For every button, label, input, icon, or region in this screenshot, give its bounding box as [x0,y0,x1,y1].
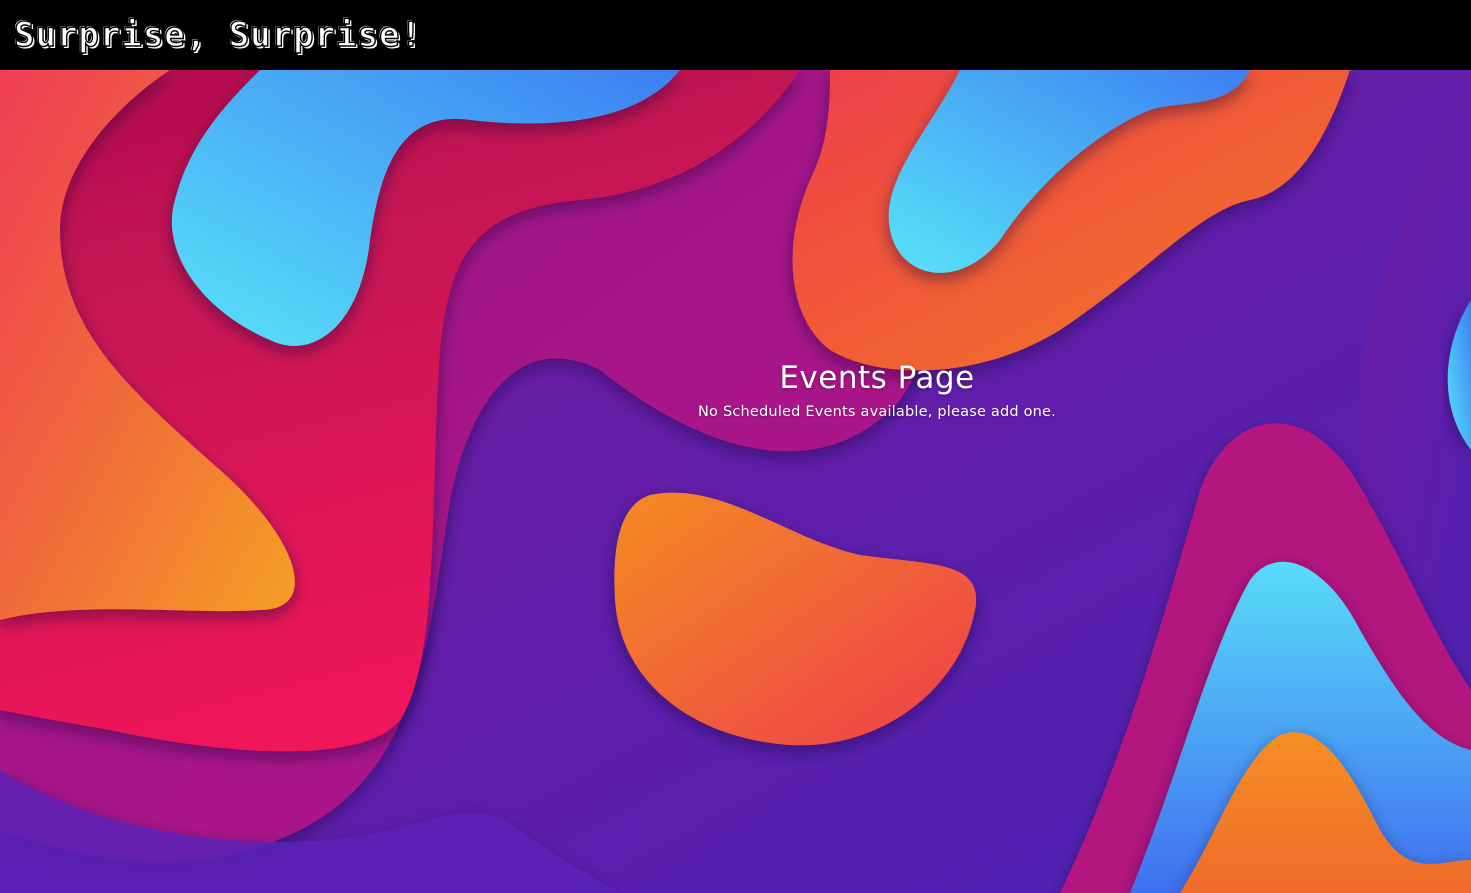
events-content: Events Page No Scheduled Events availabl… [0,360,1471,420]
brand-title[interactable]: Surprise, Surprise! [13,14,422,55]
hero-background: Events Page No Scheduled Events availabl… [0,70,1471,893]
abstract-waves-background [0,70,1471,893]
empty-events-message: No Scheduled Events available, please ad… [698,404,1056,420]
page-title: Events Page [779,360,975,396]
top-header: Surprise, Surprise! [0,0,1471,70]
